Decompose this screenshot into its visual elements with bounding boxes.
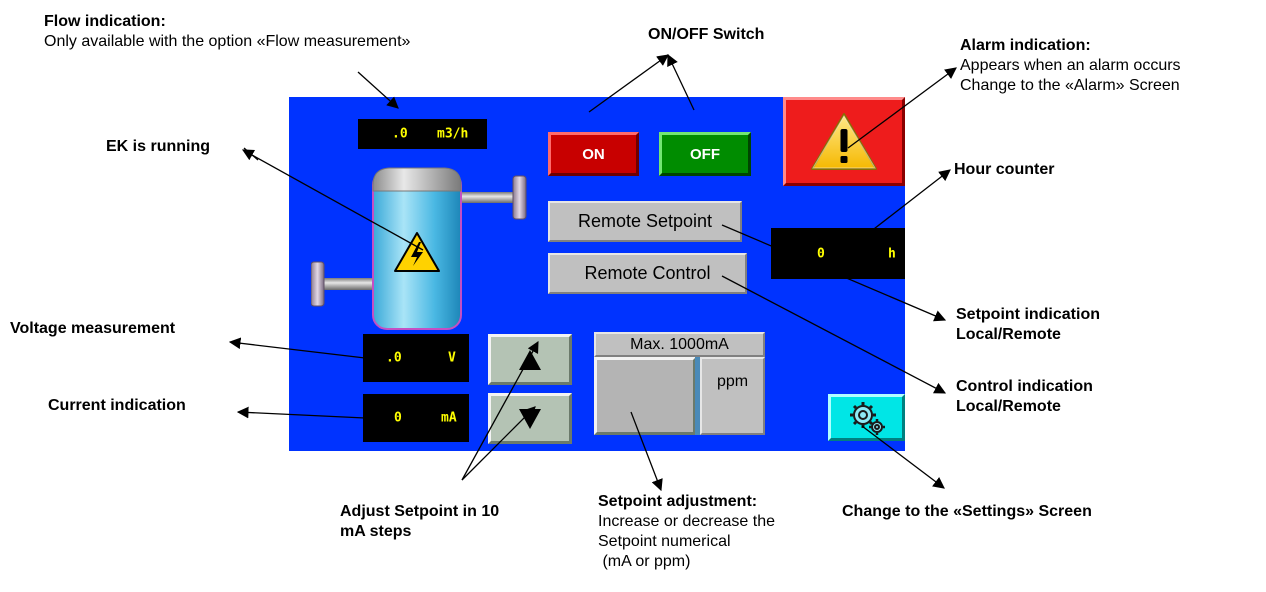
annotation-flow-desc: Only available with the option «Flow mea… (44, 33, 411, 50)
arrow-down-icon (518, 408, 542, 430)
flow-display: .0 m3/h (358, 119, 487, 149)
electrolysis-tank-icon (311, 165, 541, 330)
max-setpoint-label: Max. 1000mA (630, 335, 729, 353)
annotation-setpoint-indication-line1: Setpoint indication (956, 306, 1100, 323)
on-button-label: ON (582, 145, 605, 163)
remote-control-indicator[interactable]: Remote Control (548, 253, 747, 294)
remote-setpoint-label: Remote Setpoint (577, 211, 713, 231)
annotation-onoff: ON/OFF Switch (648, 25, 764, 45)
annotation-setpoint-adjustment-line1: Increase or decrease the (598, 513, 775, 530)
annotation-setpoint-adjustment-line2: Setpoint numerical (598, 533, 731, 550)
annotation-hour-counter: Hour counter (954, 160, 1054, 180)
off-button[interactable]: OFF (659, 132, 751, 176)
voltage-unit: V (448, 350, 456, 366)
current-display: 0 mA (363, 394, 469, 442)
annotation-alarm: Alarm indication: Appears when an alarm … (960, 36, 1181, 96)
remote-control-label: Remote Control (584, 263, 711, 283)
warning-triangle-icon (809, 111, 879, 173)
annotation-voltage-title: Voltage measurement (10, 320, 176, 337)
annotation-alarm-line2: Change to the «Alarm» Screen (960, 77, 1180, 94)
annotation-setpoint-indication-line2: Local/Remote (956, 326, 1061, 343)
annotation-ek-running: EK is running (106, 137, 210, 157)
gears-icon (847, 399, 887, 437)
current-value: 0 (394, 410, 402, 426)
alarm-button[interactable] (783, 97, 905, 186)
current-unit: mA (441, 410, 457, 426)
voltage-display: .0 V (363, 334, 469, 382)
hour-counter-unit: h (888, 246, 896, 261)
setpoint-entry-field[interactable] (594, 357, 696, 435)
annotation-settings: Change to the «Settings» Screen (842, 502, 1092, 522)
setpoint-down-button[interactable] (488, 393, 572, 444)
annotation-setpoint-adjustment: Setpoint adjustment: Increase or decreas… (598, 492, 775, 572)
setpoint-up-button[interactable] (488, 334, 572, 385)
hmi-panel: .0 m3/h ON OFF Remote Setpoint Remote Co… (289, 97, 905, 451)
annotation-flow-title: Flow indication: (44, 13, 166, 30)
annotation-flow: Flow indication: Only available with the… (44, 12, 410, 52)
settings-button[interactable] (828, 394, 905, 441)
hour-counter-value: 0 (817, 246, 825, 261)
annotation-hour-counter-title: Hour counter (954, 161, 1055, 178)
voltage-value: .0 (386, 350, 402, 366)
hour-counter-display: 0 h (771, 228, 905, 279)
annotation-settings-title: Change to the «Settings» Screen (842, 503, 1092, 520)
annotation-voltage: Voltage measurement (10, 319, 175, 339)
annotation-alarm-line1: Appears when an alarm occurs (960, 57, 1181, 74)
on-button[interactable]: ON (548, 132, 639, 176)
flow-unit: m3/h (437, 126, 469, 142)
annotation-setpoint-indication: Setpoint indication Local/Remote (956, 305, 1100, 345)
unit-ppm-label: ppm (716, 373, 749, 390)
unit-ppm-field[interactable]: ppm (700, 357, 765, 435)
ek-running-indicator (311, 165, 541, 330)
annotation-current-title: Current indication (48, 397, 186, 414)
annotation-control-indication-line2: Local/Remote (956, 398, 1061, 415)
max-setpoint-label-box: Max. 1000mA (594, 332, 765, 357)
annotation-ek-running-title: EK is running (106, 138, 210, 155)
remote-setpoint-indicator[interactable]: Remote Setpoint (548, 201, 742, 242)
annotation-control-indication-line1: Control indication (956, 378, 1093, 395)
annotation-control-indication: Control indication Local/Remote (956, 377, 1093, 417)
annotation-adjust-setpoint-line2: mA steps (340, 523, 412, 540)
arrow-up-icon (518, 349, 542, 371)
annotation-setpoint-adjustment-title: Setpoint adjustment: (598, 493, 758, 510)
annotation-alarm-title: Alarm indication: (960, 37, 1091, 54)
annotation-setpoint-adjustment-line3: (mA or ppm) (598, 553, 691, 570)
annotation-onoff-title: ON/OFF Switch (648, 26, 765, 43)
annotation-current: Current indication (48, 396, 186, 416)
flow-value: .0 (392, 126, 408, 142)
annotation-adjust-setpoint-line1: Adjust Setpoint in 10 (340, 503, 500, 520)
off-button-label: OFF (690, 145, 720, 163)
annotation-adjust-setpoint: Adjust Setpoint in 10 mA steps (340, 502, 499, 542)
